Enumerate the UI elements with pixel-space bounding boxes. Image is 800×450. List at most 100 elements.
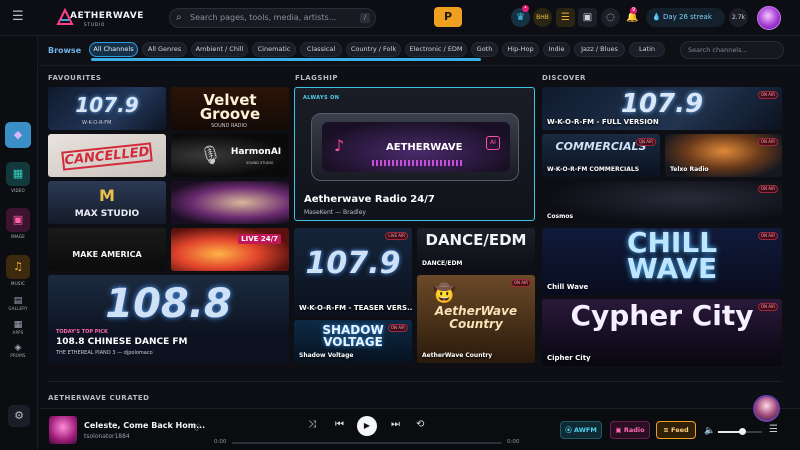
shuffle-icon[interactable]: ⤨ [308, 419, 316, 430]
chip-country-folk[interactable]: Country / Folk [346, 42, 401, 57]
feed-button[interactable]: ≋ Feed [656, 421, 696, 439]
channel-tile[interactable]: CHILL WAVE ON AIR Chill Wave [542, 228, 782, 295]
radio-button[interactable]: ▣ Radio [610, 421, 650, 439]
on-air-badge: ON AIR [757, 138, 778, 146]
channel-tile[interactable]: 107.9 LIVE AIR W-K-O-R-FM - TEASER VERS.… [294, 228, 412, 316]
channel-tile[interactable]: DANCE/EDM DANCE/EDM [417, 228, 535, 271]
channel-tile[interactable]: COMMERCIALS ON AIR W-K-O-R-FM COMMERCIAL… [542, 134, 660, 177]
play-button[interactable]: ▶ [357, 416, 377, 436]
channel-tile[interactable]: ON AIR Cosmos [542, 181, 782, 224]
flagship-byline: MaseKent — Bradley [304, 209, 366, 216]
tile-logo-text: 107.9 [620, 89, 704, 119]
tile-caption: DANCE/EDM [422, 260, 463, 267]
chip-scrollbar[interactable] [91, 58, 481, 61]
heart-icon[interactable]: ♡ [192, 423, 201, 434]
trophy-badge: • [522, 5, 529, 12]
channel-tile[interactable]: 🤠 AetherWave Country ON AIR AetherWave C… [417, 275, 535, 363]
top-pick-big-text: 108.8 [105, 281, 232, 327]
assistant-avatar[interactable] [753, 395, 780, 422]
chip-all-channels[interactable]: All Channels [89, 42, 138, 57]
next-icon[interactable]: ⏭ [391, 419, 400, 430]
tile-logo-text: AetherWave Country [434, 304, 518, 331]
logo-name: AETHERWAVE [70, 11, 144, 21]
section-divider [48, 381, 782, 382]
volume-knob[interactable] [739, 428, 747, 435]
wallet-icon[interactable]: ▣ [578, 8, 597, 27]
premium-button[interactable]: P [434, 7, 462, 27]
sidebar-item-video[interactable]: ▦ VIDEO [5, 162, 31, 193]
chip-cinematic[interactable]: Cinematic [252, 42, 296, 57]
now-playing-artwork[interactable] [49, 416, 77, 444]
menu-icon[interactable]: ☰ [12, 10, 26, 24]
global-search[interactable]: ⌕ Search pages, tools, media, artists...… [169, 8, 376, 28]
tile-caption: AetherWave Country [422, 352, 493, 359]
channel-tile[interactable]: ON AIR Telxo Radio [665, 134, 782, 177]
channel-tile[interactable]: 107.9 W-K-O-R-FM [48, 87, 166, 130]
user-avatar[interactable] [757, 6, 781, 30]
chip-jazz-blues[interactable]: Jazz / Blues [574, 42, 625, 57]
repeat-icon[interactable]: ⟲ [416, 419, 424, 430]
previous-icon[interactable]: ⏮ [335, 419, 344, 430]
top-pick-kicker: TODAY'S TOP PICK [56, 329, 108, 335]
chip-hip-hop[interactable]: Hip-Hop [502, 42, 539, 57]
flagship-card[interactable]: ALWAYS ON ♪ AETHERWAVE AI Aetherwave Rad… [294, 87, 535, 221]
chip-ambient-chill[interactable]: Ambient / Chill [191, 42, 248, 57]
live-air-badge: LIVE AIR [385, 232, 408, 240]
search-shortcut: / [360, 13, 370, 23]
points-badge[interactable]: 2.7k [729, 8, 748, 27]
app-home-icon: ◆ [5, 122, 31, 148]
waveform-icon [372, 160, 462, 166]
chip-all-genres[interactable]: All Genres [142, 42, 187, 57]
channel-tile[interactable]: M MAX STUDIO [48, 181, 166, 224]
sidebar-item-apps[interactable]: ▦ APPS [5, 320, 31, 335]
top-pick-title: 108.8 CHINESE DANCE FM [56, 337, 188, 347]
settings-button[interactable]: ⚙ [8, 405, 30, 427]
chip-goth[interactable]: Goth [471, 42, 498, 57]
chat-icon[interactable]: ◌ [601, 8, 620, 27]
progress-bar[interactable] [232, 442, 502, 444]
streak-badge[interactable]: 💧 Day 26 streak [646, 8, 725, 27]
channel-tile[interactable]: LIVE 24/7 [171, 228, 289, 271]
chip-classical[interactable]: Classical [300, 42, 342, 57]
channel-tile[interactable]: 107.9 ON AIR W-K-O-R-FM - FULL VERSION [542, 87, 782, 130]
sidebar-item-label: MUSIC [11, 281, 25, 286]
chip-latin[interactable]: Latin [629, 42, 665, 57]
storage-icon[interactable]: ☰ [556, 8, 575, 27]
volume-slider[interactable] [718, 428, 762, 435]
live-badge: LIVE 24/7 [238, 234, 281, 244]
on-air-badge: ON AIR [757, 91, 778, 99]
top-pick-tile[interactable]: 108.8 TODAY'S TOP PICK 108.8 CHINESE DAN… [48, 275, 289, 363]
tile-caption: W-K-O-R-FM COMMERCIALS [547, 166, 640, 173]
channel-tile[interactable] [171, 181, 289, 224]
tile-caption: W-K-O-R-FM - TEASER VERS... [299, 304, 412, 312]
now-playing-artist[interactable]: tsolonator1884 [84, 433, 130, 440]
sidebar-item-label: VIDEO [11, 188, 25, 193]
channel-tile[interactable]: MAKE AMERICA [48, 228, 166, 271]
sidebar-item-proms[interactable]: ◈ PROMS [5, 343, 31, 358]
music-icon: ♫ [6, 255, 30, 279]
on-air-badge: ON AIR [635, 138, 656, 146]
volume-icon[interactable]: 🔈 [704, 426, 715, 436]
chip-electronic-edm[interactable]: Electronic / EDM [405, 42, 467, 57]
channel-tile[interactable]: Velvet Groove SOUND RADIO [171, 87, 289, 130]
tile-caption: Telxo Radio [670, 166, 709, 173]
sidebar-item-music[interactable]: ♫ MUSIC [5, 255, 31, 286]
browse-bar: Browse All Channels All Genres Ambient /… [39, 36, 800, 66]
channel-tile[interactable]: Cypher City ON AIR Cipher City [542, 299, 782, 366]
chip-indie[interactable]: Indie [543, 42, 570, 57]
channel-tile[interactable]: SHADOW VOLTAGE ON AIR Shadow Voltage [294, 320, 412, 363]
channel-tile[interactable]: 🎙 HarmonAI SOUND STUDIO [171, 134, 289, 177]
now-playing-title[interactable]: Celeste, Come Back Hom... [84, 421, 205, 430]
channel-search-input[interactable]: Search channels... [680, 41, 784, 59]
channel-tile[interactable]: CANCELLED [48, 134, 166, 177]
sidebar-item-gallery[interactable]: ▤ GALLERY [5, 296, 31, 311]
tile-subtext: W-K-O-R-FM [82, 120, 112, 126]
streak-icon: 💧 [652, 13, 663, 21]
awfm-button[interactable]: ⦿ AWFM [560, 421, 602, 439]
coins-button[interactable]: BHB [533, 8, 552, 27]
time-total: 0:00 [507, 439, 520, 445]
search-placeholder: Search pages, tools, media, artists... [190, 13, 337, 22]
sidebar-home[interactable]: ◆ [5, 122, 31, 148]
queue-icon[interactable]: ☰ [769, 424, 778, 435]
sidebar-item-image[interactable]: ▣ IMAGE [5, 208, 31, 239]
